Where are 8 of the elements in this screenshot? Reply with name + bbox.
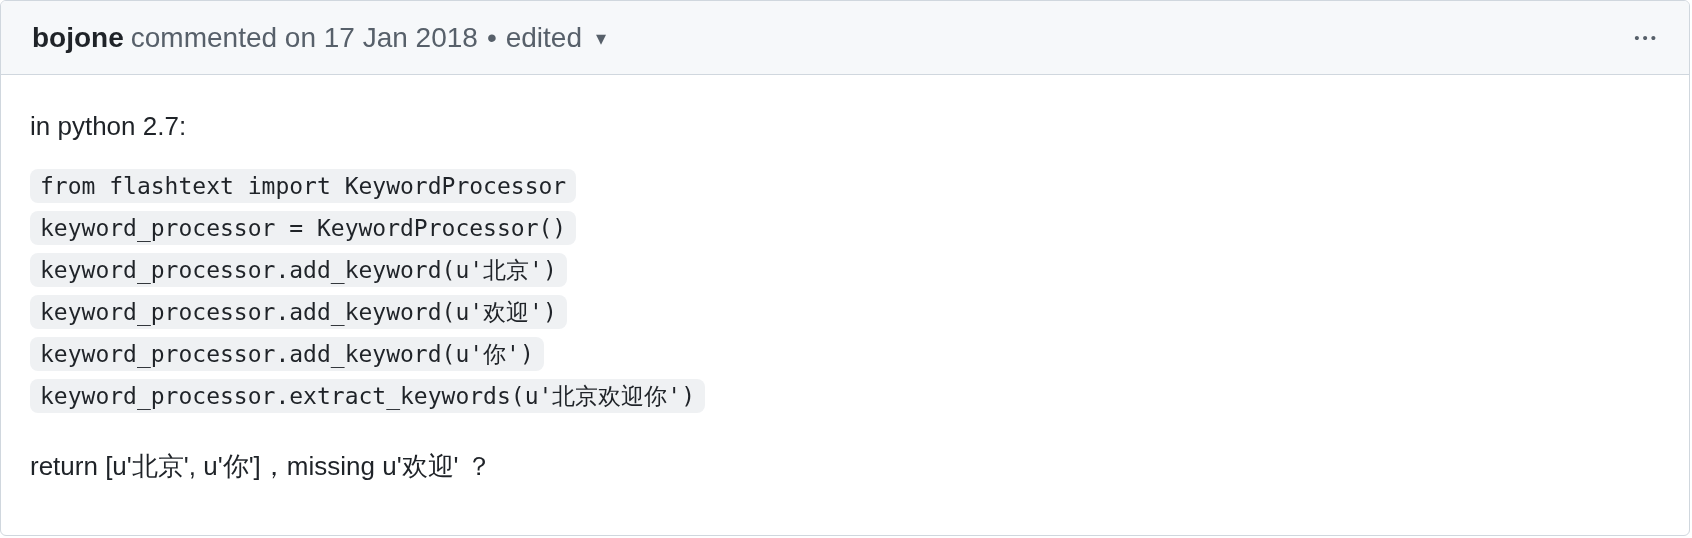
- separator-dot: •: [486, 21, 497, 54]
- edited-label[interactable]: edited: [505, 21, 582, 54]
- caret-icon[interactable]: ▾: [596, 25, 607, 50]
- more-options-button[interactable]: •••: [1634, 29, 1659, 46]
- author-link[interactable]: bojone: [32, 21, 124, 54]
- comment-date: commented on 17 Jan 2018: [130, 21, 478, 54]
- comment-text: return [u'北京', u'你']，missing u'欢迎' ？: [30, 450, 493, 483]
- comment-text: in python 2.7:: [30, 111, 188, 142]
